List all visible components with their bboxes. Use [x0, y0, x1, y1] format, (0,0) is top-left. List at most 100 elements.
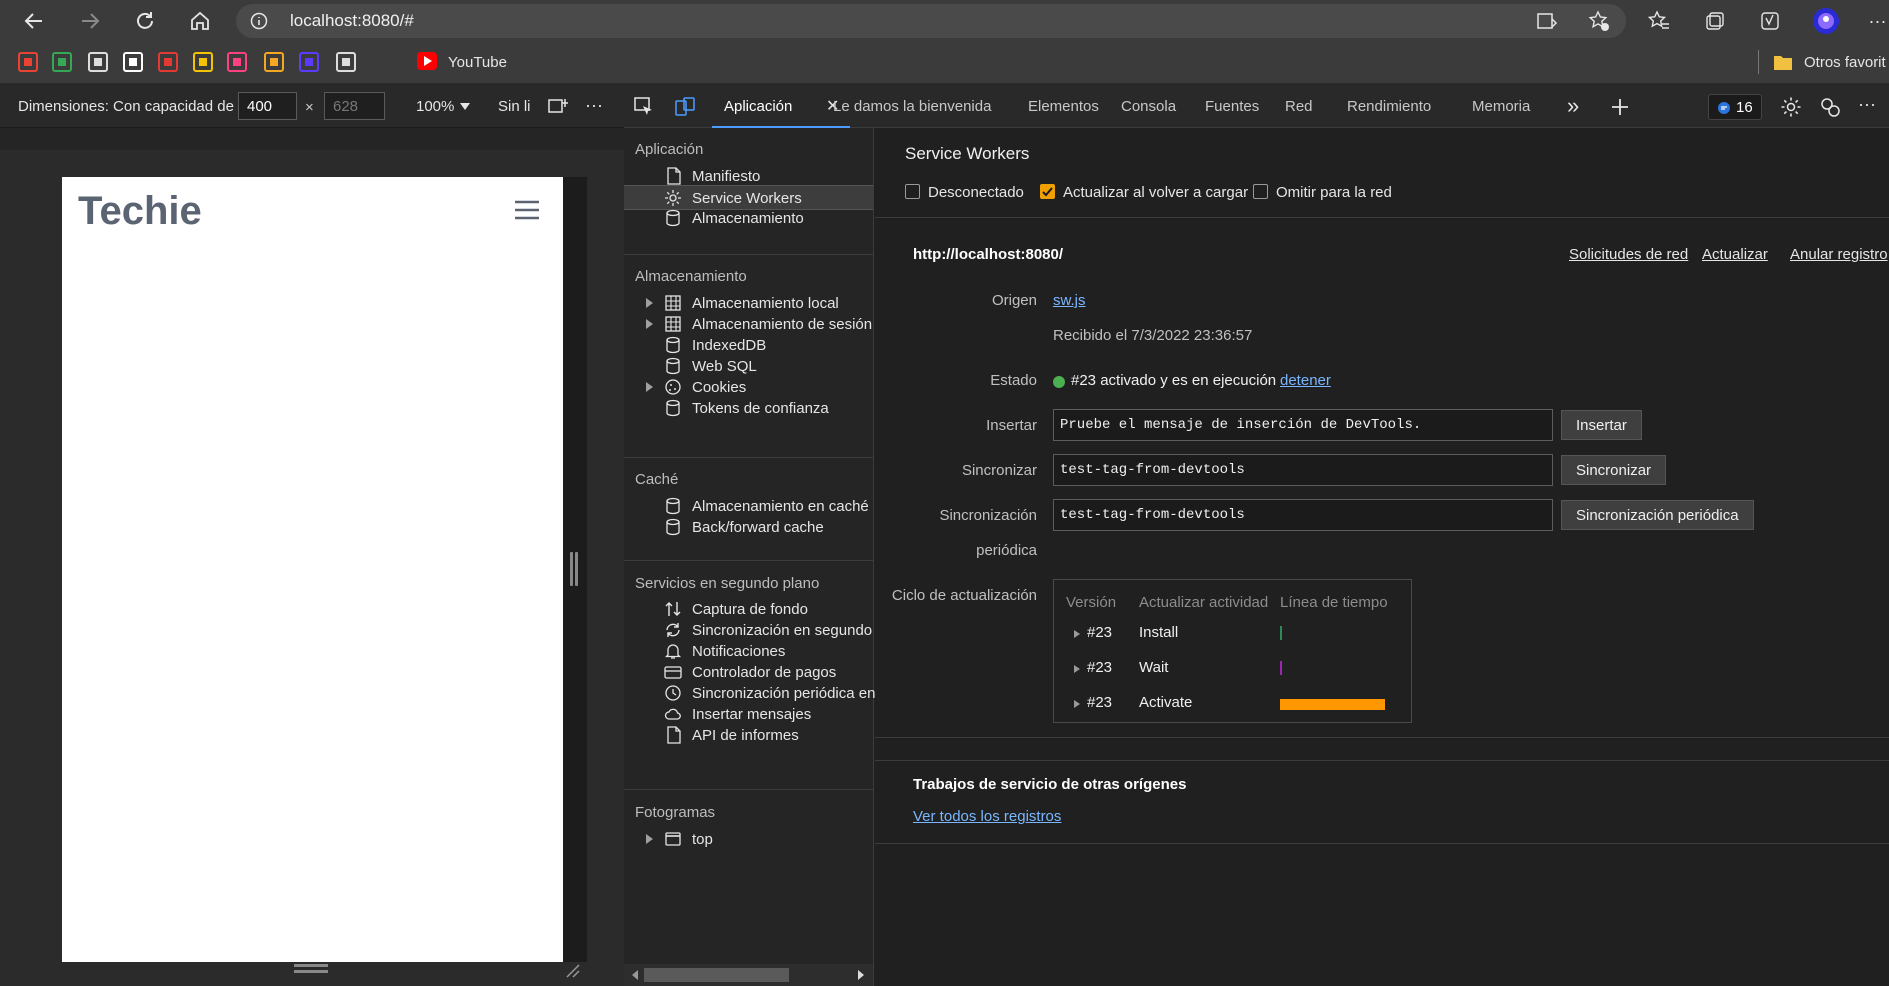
- update-on-reload-label[interactable]: Actualizar al volver a cargar: [1063, 184, 1248, 201]
- tab-welcome[interactable]: Le damos la bienvenida: [833, 98, 991, 115]
- activity-cell: Wait: [1139, 659, 1169, 676]
- inspect-element-icon[interactable]: [633, 96, 655, 118]
- bookmark-5-icon[interactable]: [158, 52, 178, 72]
- tab-console[interactable]: Consola: [1121, 98, 1176, 115]
- tab-sources[interactable]: Fuentes: [1205, 98, 1259, 115]
- tab-network[interactable]: Red: [1285, 98, 1313, 115]
- database-icon: [666, 497, 680, 515]
- bookmark-4-icon[interactable]: [123, 52, 143, 72]
- tab-performance[interactable]: Rendimiento: [1347, 98, 1431, 115]
- sidebar-item[interactable]: Tokens de confianza: [624, 396, 873, 421]
- issues-badge[interactable]: 16: [1708, 94, 1762, 120]
- bookmark-8-icon[interactable]: [264, 52, 284, 72]
- reload-button[interactable]: [129, 5, 161, 37]
- throttle-select[interactable]: Sin li: [498, 98, 530, 115]
- customize-icon[interactable]: [1819, 96, 1841, 118]
- sidebar-item-label: Almacenamiento: [692, 210, 804, 227]
- sidebar-scrollbar[interactable]: [624, 964, 873, 986]
- bookmark-6-icon[interactable]: [193, 52, 213, 72]
- periodic-sync-button[interactable]: Sincronización periódica: [1561, 500, 1754, 530]
- favorites-button[interactable]: [1643, 5, 1675, 37]
- sync-input[interactable]: test-tag-from-devtools: [1053, 454, 1553, 486]
- dimensions-label[interactable]: Dimensiones: Con capacidad de: [18, 98, 234, 115]
- expand-arrow-icon[interactable]: [646, 834, 653, 844]
- collections-icon: [1706, 12, 1724, 30]
- gear-icon[interactable]: [1780, 96, 1802, 118]
- source-file-link[interactable]: sw.js: [1053, 292, 1086, 309]
- divider: [624, 560, 873, 561]
- math-solver-button[interactable]: [1754, 5, 1786, 37]
- unregister-link[interactable]: Anular registro: [1790, 246, 1888, 263]
- url-text[interactable]: localhost:8080/#: [290, 11, 414, 31]
- resize-corner-icon[interactable]: [564, 962, 580, 978]
- expand-arrow-icon[interactable]: [646, 382, 653, 392]
- other-favorites[interactable]: Otros favorit: [1804, 54, 1886, 71]
- bypass-network-label[interactable]: Omitir para la red: [1276, 184, 1392, 201]
- table-row[interactable]: #23 Wait: [1054, 659, 1411, 689]
- address-bar[interactable]: [236, 4, 1626, 38]
- youtube-bookmark[interactable]: YouTube: [448, 54, 507, 71]
- bookmark-glyph: [164, 58, 172, 66]
- forward-button[interactable]: [74, 5, 106, 37]
- bypass-network-checkbox[interactable]: [1253, 184, 1268, 199]
- scroll-right-icon[interactable]: [858, 970, 864, 980]
- device-emulation-icon[interactable]: [674, 96, 696, 118]
- bookmark-7-icon[interactable]: [227, 52, 247, 72]
- more-options-button[interactable]: ···: [585, 95, 603, 116]
- bookmark-9-icon[interactable]: [299, 52, 319, 72]
- devtools-more-button[interactable]: ···: [1858, 94, 1876, 115]
- table-row[interactable]: #23 Install: [1054, 624, 1411, 654]
- width-input[interactable]: 400: [238, 92, 297, 120]
- sync-button[interactable]: Sincronizar: [1561, 455, 1667, 485]
- push-input[interactable]: Pruebe el mensaje de inserción de DevToo…: [1053, 409, 1553, 441]
- table-row[interactable]: #23 Activate: [1054, 694, 1411, 724]
- drive-icon[interactable]: [52, 52, 72, 72]
- expand-arrow-icon[interactable]: [646, 298, 653, 308]
- settings-menu-button[interactable]: ···: [1866, 5, 1889, 37]
- rotate-icon[interactable]: [548, 97, 568, 115]
- zoom-select[interactable]: 100%: [416, 98, 454, 115]
- scroll-left-icon[interactable]: [632, 970, 638, 980]
- resize-handle-bottom[interactable]: [294, 964, 328, 967]
- sidebar-item[interactable]: top: [624, 827, 873, 852]
- collections-button[interactable]: [1699, 5, 1731, 37]
- push-button[interactable]: Insertar: [1561, 410, 1642, 440]
- resize-handle-right[interactable]: [570, 552, 573, 586]
- activity-cell: Activate: [1139, 694, 1193, 711]
- bookmark-10-icon[interactable]: [336, 52, 356, 72]
- tab-elements[interactable]: Elementos: [1028, 98, 1099, 115]
- scrollbar-thumb[interactable]: [644, 968, 789, 982]
- sidebar-item[interactable]: Back/forward cache: [624, 515, 873, 540]
- update-link[interactable]: Actualizar: [1702, 246, 1768, 263]
- tab-application[interactable]: Aplicación ✕: [712, 84, 850, 128]
- sidebar-item[interactable]: API de informes: [624, 723, 873, 748]
- see-all-registrations-link[interactable]: Ver todos los registros: [913, 808, 1061, 825]
- sidebar-item[interactable]: Almacenamiento: [624, 206, 873, 231]
- home-button[interactable]: [184, 5, 216, 37]
- expand-arrow-icon[interactable]: [1074, 700, 1080, 708]
- bookmark-3-icon[interactable]: [88, 52, 108, 72]
- update-on-reload-checkbox[interactable]: [1040, 184, 1055, 199]
- tab-memory[interactable]: Memoria: [1472, 98, 1530, 115]
- gmail-icon[interactable]: [18, 52, 38, 72]
- bookmark-glyph: [342, 58, 350, 66]
- resize-handle-bottom-2: [294, 970, 328, 973]
- network-requests-link[interactable]: Solicitudes de red: [1569, 246, 1688, 263]
- hamburger-menu-icon[interactable]: [514, 199, 540, 221]
- add-favorite-button[interactable]: [1583, 5, 1615, 37]
- back-button[interactable]: [18, 5, 50, 37]
- offline-checkbox[interactable]: [905, 184, 920, 199]
- tab-application-label: Aplicación: [724, 98, 793, 115]
- expand-arrow-icon[interactable]: [1074, 665, 1080, 673]
- more-tabs-button[interactable]: »: [1567, 93, 1579, 119]
- add-tab-icon[interactable]: [1610, 97, 1630, 117]
- periodic-sync-input[interactable]: test-tag-from-devtools: [1053, 499, 1553, 531]
- stop-link[interactable]: detener: [1280, 372, 1331, 389]
- reload-icon: [137, 12, 153, 29]
- offline-label[interactable]: Desconectado: [928, 184, 1024, 201]
- height-input[interactable]: 628: [324, 92, 385, 120]
- profile-avatar[interactable]: [1810, 5, 1842, 37]
- expand-arrow-icon[interactable]: [646, 319, 653, 329]
- reader-mode-button[interactable]: [1531, 5, 1563, 37]
- expand-arrow-icon[interactable]: [1074, 630, 1080, 638]
